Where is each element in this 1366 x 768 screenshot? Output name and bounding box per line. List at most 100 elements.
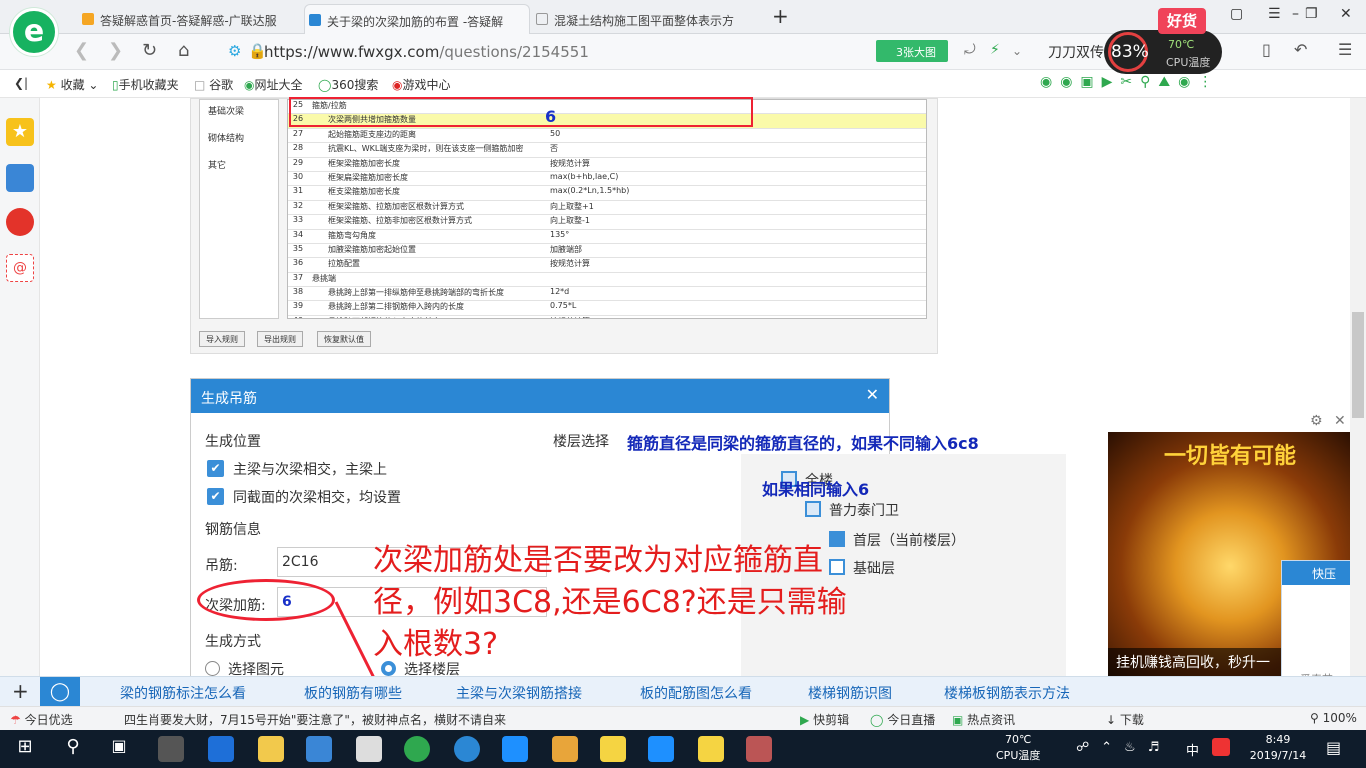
store-icon[interactable]: [306, 736, 332, 762]
search-icon[interactable]: ◯: [40, 677, 80, 707]
undo-icon[interactable]: ↶: [1294, 40, 1307, 59]
new-tab-button[interactable]: +: [772, 4, 789, 28]
restore-default-button[interactable]: 恢复默认值: [317, 331, 371, 347]
import-rules-button[interactable]: 导入规则: [199, 331, 245, 347]
tab-2[interactable]: 关于梁的次梁加筋的布置 -答疑解: [304, 4, 530, 34]
image-viewer-icon[interactable]: [746, 736, 772, 762]
settings-row[interactable]: 36 拉筋配置 按规范计算: [288, 258, 926, 273]
shirt-icon[interactable]: ▢: [1230, 6, 1243, 22]
related-link[interactable]: 梁的钢筋标注怎么看: [120, 677, 246, 707]
browser-360-icon[interactable]: [404, 736, 430, 762]
flash-icon[interactable]: ⚡: [990, 42, 1000, 58]
related-link[interactable]: 板的钢筋有哪些: [304, 677, 402, 707]
tab-1[interactable]: 答疑解惑首页-答疑解惑-广联达服: [78, 4, 303, 34]
scrollbar-thumb[interactable]: [1352, 312, 1364, 418]
close-window-icon[interactable]: ✕: [1340, 6, 1352, 22]
settings-row[interactable]: 33 框架梁箍筋、拉筋非加密区根数计算方式 向上取整-1: [288, 215, 926, 230]
tool-icon[interactable]: [648, 736, 674, 762]
settings-row[interactable]: 31 框支梁箍筋加密长度 max(0.2*Ln,1.5*hb): [288, 186, 926, 201]
bookmark-hao[interactable]: ◉网址大全: [244, 76, 303, 93]
sogou-icon[interactable]: [454, 736, 480, 762]
dialog-close-button[interactable]: ✕: [866, 385, 879, 404]
settings-row[interactable]: 28 抗震KL、WKL端支座为梁时，则在该支座一侧箍筋加密 否: [288, 143, 926, 158]
bookmark-google[interactable]: □ 谷歌: [194, 76, 233, 93]
hot-news[interactable]: ▣ 热点资讯: [952, 711, 1015, 728]
browser-logo-icon[interactable]: e: [10, 8, 58, 56]
dropdown-icon[interactable]: ⌄: [1012, 44, 1022, 58]
guanglianda-icon[interactable]: [502, 736, 528, 762]
search-icon[interactable]: ⚲: [60, 736, 86, 762]
related-link[interactable]: 主梁与次梁钢筋搭接: [456, 677, 582, 707]
hot-goods-badge[interactable]: 好货: [1158, 8, 1206, 34]
settings-row[interactable]: 39 悬挑跨上部第二排钢筋伸入跨内的长度 0.75*L: [288, 301, 926, 316]
settings-row[interactable]: 40 悬挑跨下部钢筋伸入支座的长度 按规范计算: [288, 316, 926, 318]
edge-icon[interactable]: [208, 736, 234, 762]
sogou-tray-icon[interactable]: [1212, 738, 1230, 756]
download[interactable]: ↓ 下载: [1106, 711, 1144, 728]
settings-row[interactable]: 27 起始箍筋距支座边的距离 50: [288, 129, 926, 144]
notification-icon[interactable]: ▤: [1326, 738, 1341, 757]
notes-icon[interactable]: [552, 736, 578, 762]
ad-settings-icon[interactable]: ⚙: [1310, 413, 1323, 429]
cpu-widget[interactable]: 83% 70℃ CPU温度: [1104, 30, 1222, 74]
today-picks[interactable]: ☂ 今日优选: [10, 711, 73, 728]
task-view-icon[interactable]: ▣: [106, 736, 132, 762]
home-icon[interactable]: ⌂: [178, 40, 189, 61]
menu-icon[interactable]: ☰: [1268, 6, 1281, 22]
windows-start-icon[interactable]: ⊞: [12, 736, 38, 762]
tree-node-building[interactable]: 普力泰门卫: [805, 500, 899, 520]
search-hint[interactable]: 刀刀双传: [1048, 42, 1104, 62]
settings-row[interactable]: 37 悬挑端: [288, 273, 926, 288]
minimize-icon[interactable]: –: [1292, 6, 1299, 22]
add-icon[interactable]: +: [12, 679, 29, 703]
related-link[interactable]: 楼梯板钢筋表示方法: [944, 677, 1070, 707]
tab-3[interactable]: 混凝土结构施工图平面整体表示方: [532, 4, 757, 34]
tray-temp[interactable]: 70℃ CPU温度: [996, 732, 1040, 764]
sidebar-toggle-icon[interactable]: ❮|: [14, 76, 28, 90]
ad-close-icon[interactable]: ✕: [1334, 413, 1346, 429]
reader-icon[interactable]: [6, 164, 34, 192]
reload-icon[interactable]: ↻: [142, 40, 157, 61]
live[interactable]: ◯ 今日直播: [870, 711, 935, 728]
settings-row[interactable]: 38 悬挑跨上部第一排纵筋伸至悬挑跨端部的弯折长度 12*d: [288, 287, 926, 302]
weibo-icon[interactable]: [6, 208, 34, 236]
back-icon[interactable]: ❮: [74, 40, 89, 61]
settings-row[interactable]: 30 框架扁梁箍筋加密长度 max(b+hb,lae,C): [288, 172, 926, 187]
url-field[interactable]: ⚙ 🔒 https://www.fwxgx.com/questions/2154…: [222, 39, 872, 65]
bookmark-games[interactable]: ◉游戏中心: [392, 76, 451, 93]
bookmark-mobile[interactable]: ▯手机收藏夹: [112, 76, 179, 93]
big-image-button[interactable]: 3张大图: [876, 40, 948, 62]
mail-icon[interactable]: [356, 736, 382, 762]
maximize-icon[interactable]: ❐: [1305, 6, 1318, 22]
settings-row[interactable]: 34 箍筋弯勾角度 135°: [288, 230, 926, 244]
more-menu-icon[interactable]: ☰: [1338, 40, 1352, 59]
related-link[interactable]: 板的配筋图怎么看: [640, 677, 752, 707]
help-icon[interactable]: [600, 736, 626, 762]
extension-icons[interactable]: ◉◉▣▶✂⚲⛰◉⋮: [1040, 74, 1220, 90]
bookmark-360[interactable]: ◯360搜索: [318, 76, 378, 93]
export-rules-button[interactable]: 导出规则: [257, 331, 303, 347]
related-link[interactable]: 楼梯钢筋识图: [808, 677, 892, 707]
share-icon[interactable]: ⤾: [964, 42, 976, 58]
quick-edit[interactable]: ▶ 快剪辑: [800, 711, 849, 728]
checkbox-main-beam[interactable]: 主梁与次梁相交，主梁上: [207, 459, 387, 479]
news-ticker[interactable]: 四生肖要发大财，7月15号开始"要注意了"，被财神点名，横财不请自来: [124, 711, 506, 728]
ime-indicator[interactable]: 中: [1186, 740, 1199, 759]
settings-row[interactable]: 29 框架梁箍筋加密长度 按规范计算: [288, 158, 926, 172]
explorer-icon[interactable]: [258, 736, 284, 762]
favorites-star-icon[interactable]: ★: [6, 118, 34, 146]
zoom[interactable]: ⚲ 100%: [1310, 711, 1357, 725]
forward-icon[interactable]: ❯: [108, 40, 123, 61]
phone-icon[interactable]: ▯: [1262, 40, 1271, 59]
clock[interactable]: 8:49 2019/7/14: [1248, 732, 1308, 764]
tray-icons[interactable]: ☍⌃♨♬: [1076, 740, 1171, 755]
help2-icon[interactable]: [698, 736, 724, 762]
bookmark-favorites[interactable]: ★ 收藏 ⌄: [46, 76, 98, 93]
settings-row[interactable]: 32 框架梁箍筋、拉筋加密区根数计算方式 向上取整+1: [288, 201, 926, 216]
row-key: 抗震KL、WKL端支座为梁时，则在该支座一侧箍筋加密: [328, 144, 524, 154]
checkbox-same-section[interactable]: 同截面的次梁相交，均设置: [207, 487, 401, 507]
settings-row[interactable]: 35 加腋梁箍筋加密起始位置 加腋端部: [288, 244, 926, 259]
app-icon-1[interactable]: [158, 736, 184, 762]
url-host: https://www.fwxgx.com: [264, 43, 440, 61]
email-icon[interactable]: @: [6, 254, 34, 282]
